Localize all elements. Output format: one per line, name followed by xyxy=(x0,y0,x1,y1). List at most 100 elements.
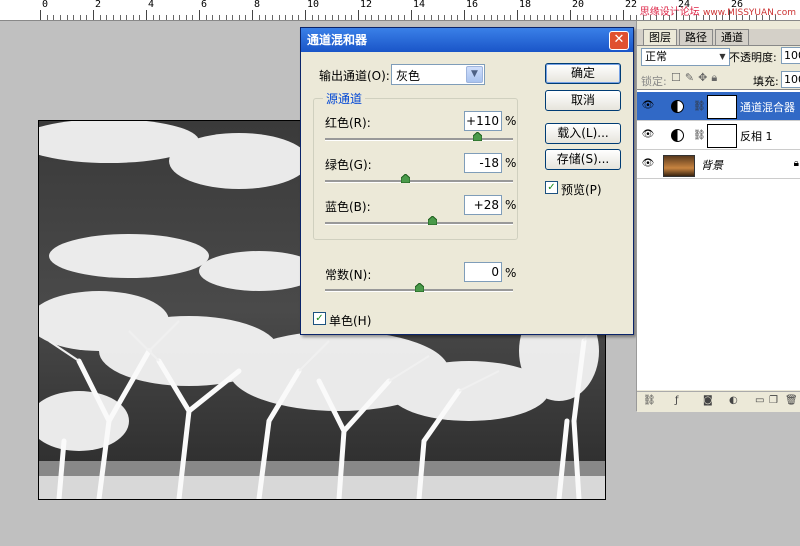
layers-panel: 图层 路径 通道 正常 ▼ 不透明度: 100 锁定: ☐✎✥🔒︎ 填充: 10… xyxy=(636,21,800,412)
ruler-tick-label: 8 xyxy=(254,0,261,10)
ruler-minor-tick xyxy=(311,15,313,20)
panel-tabs: 图层 路径 通道 xyxy=(637,29,800,46)
ruler-minor-tick xyxy=(603,15,605,20)
blend-mode-select[interactable]: 正常 ▼ xyxy=(641,48,730,66)
opacity-input[interactable]: 100 xyxy=(781,47,800,64)
ruler-minor-tick xyxy=(377,15,379,20)
fill-label: 填充: xyxy=(753,75,779,88)
constant-slider-thumb[interactable] xyxy=(414,283,424,292)
ruler-major-tick xyxy=(729,10,730,20)
cancel-button[interactable]: 取消 xyxy=(545,90,621,111)
ruler-minor-tick xyxy=(636,15,638,20)
blue-slider-thumb[interactable] xyxy=(427,216,437,225)
output-channel-label: 输出通道(O): xyxy=(319,69,390,83)
ruler-minor-tick xyxy=(715,15,717,20)
ruler-major-tick xyxy=(570,10,571,20)
horizontal-ruler: 思缘设计论坛 www.MISSYUAN.com 0 2 4 6 8 10 12 14 16 18 2… xyxy=(0,0,800,21)
preview-checkbox[interactable]: ✓ xyxy=(545,181,558,194)
close-button[interactable]: ✕ xyxy=(609,31,629,50)
red-slider-track[interactable] xyxy=(325,132,513,141)
new-adjustment-icon[interactable]: ◐ xyxy=(729,395,738,406)
ruler-minor-tick xyxy=(470,15,472,20)
green-channel-input[interactable]: -18 xyxy=(464,153,502,173)
monochrome-checkbox[interactable]: ✓ xyxy=(313,312,326,325)
ruler-minor-tick xyxy=(218,15,220,20)
ruler-major-tick xyxy=(146,10,147,20)
lock-pixels-icon[interactable]: ✎ xyxy=(685,71,698,84)
lock-all-icon[interactable]: 🔒︎ xyxy=(711,71,721,84)
add-mask-icon[interactable]: ◙ xyxy=(703,395,713,406)
red-channel-input[interactable]: +110 xyxy=(464,111,502,131)
ruler-minor-tick xyxy=(477,15,479,20)
ruler-minor-tick xyxy=(318,15,320,20)
save-button[interactable]: 存储(S)... xyxy=(545,149,621,170)
fill-input[interactable]: 100 xyxy=(781,71,800,88)
load-button[interactable]: 载入(L)... xyxy=(545,123,621,144)
lock-position-icon[interactable]: ✥ xyxy=(698,71,711,84)
ruler-minor-tick xyxy=(119,15,121,20)
eye-icon[interactable]: 👁︎ xyxy=(641,129,655,140)
layer-name: 反相 1 xyxy=(740,130,773,143)
ruler-minor-tick xyxy=(79,15,81,20)
link-layers-icon[interactable]: ⛓︎ xyxy=(643,395,656,406)
ruler-minor-tick xyxy=(278,15,280,20)
ruler-minor-tick xyxy=(662,15,664,20)
ruler-minor-tick xyxy=(649,15,651,20)
ruler-tick-label: 16 xyxy=(466,0,479,10)
ruler-minor-tick xyxy=(126,15,128,20)
eye-icon[interactable]: 👁︎ xyxy=(641,100,655,111)
tab-channels[interactable]: 通道 xyxy=(715,29,749,45)
ruler-minor-tick xyxy=(344,15,346,20)
ruler-minor-tick xyxy=(99,15,101,20)
ruler-minor-tick xyxy=(755,15,757,20)
tab-layers[interactable]: 图层 xyxy=(643,29,677,45)
ruler-minor-tick xyxy=(709,15,711,20)
layer-row-channel-mixer[interactable]: 👁︎ ⛓︎ 通道混合器 xyxy=(637,92,800,121)
red-slider-thumb[interactable] xyxy=(472,132,482,141)
red-percent: % xyxy=(505,114,517,128)
blend-mode-value: 正常 xyxy=(645,50,667,63)
ruler-minor-tick xyxy=(550,15,552,20)
new-layer-icon[interactable]: ❐ xyxy=(769,395,778,406)
new-group-icon[interactable]: ▭ xyxy=(755,395,764,406)
output-channel-select[interactable]: 灰色 ▼ xyxy=(391,64,485,85)
green-channel-label: 绿色(G): xyxy=(325,158,372,172)
ruler-minor-tick xyxy=(73,15,75,20)
ruler-minor-tick xyxy=(364,15,366,20)
constant-input[interactable]: 0 xyxy=(464,262,502,282)
ruler-minor-tick xyxy=(695,15,697,20)
ruler-minor-tick xyxy=(768,15,770,20)
blue-channel-input[interactable]: +28 xyxy=(464,195,502,215)
blue-slider-track[interactable] xyxy=(325,216,513,225)
ruler-major-tick xyxy=(623,10,624,20)
delete-layer-icon[interactable]: 🗑︎ xyxy=(785,395,798,406)
ruler-minor-tick xyxy=(642,15,644,20)
layer-row-invert[interactable]: 👁︎ ⛓︎ 反相 1 xyxy=(637,121,800,150)
green-slider-track[interactable] xyxy=(325,174,513,183)
ruler-minor-tick xyxy=(510,15,512,20)
ruler-minor-tick xyxy=(172,15,174,20)
ruler-minor-tick xyxy=(59,15,61,20)
ok-button[interactable]: 确定 xyxy=(545,63,621,84)
ruler-minor-tick xyxy=(616,15,618,20)
ruler-minor-tick xyxy=(596,15,598,20)
ruler-major-tick xyxy=(199,10,200,20)
ruler-tick-label: 26 xyxy=(731,0,744,10)
layer-mask-thumbnail[interactable] xyxy=(707,95,737,119)
dialog-titlebar[interactable]: 通道混和器 ✕ xyxy=(301,28,633,52)
ruler-major-tick xyxy=(252,10,253,20)
green-slider-thumb[interactable] xyxy=(401,174,411,183)
layer-row-background[interactable]: 👁︎ 背景 🔒︎ xyxy=(637,150,800,179)
dialog-title: 通道混和器 xyxy=(307,33,368,47)
ruler-minor-tick xyxy=(735,15,737,20)
ruler-major-tick xyxy=(305,10,306,20)
ruler-tick-label: 6 xyxy=(201,0,208,10)
constant-slider-track[interactable] xyxy=(325,283,513,292)
layer-style-icon[interactable]: ƒ xyxy=(675,395,679,406)
layer-mask-thumbnail[interactable] xyxy=(707,124,737,148)
eye-icon[interactable]: 👁︎ xyxy=(641,158,655,169)
tab-paths[interactable]: 路径 xyxy=(679,29,713,45)
constant-label: 常数(N): xyxy=(325,268,372,282)
lock-transparency-icon[interactable]: ☐ xyxy=(671,71,685,84)
channel-mixer-dialog: 通道混和器 ✕ 输出通道(O): 灰色 ▼ 源通道 红色(R): +110 % … xyxy=(300,27,634,335)
